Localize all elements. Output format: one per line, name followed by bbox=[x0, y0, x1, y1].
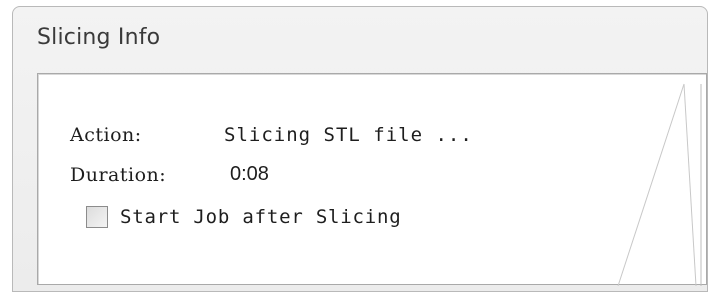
action-label: Action: bbox=[70, 124, 142, 146]
start-job-checkbox[interactable] bbox=[86, 206, 108, 228]
slicing-info-panel: Slicing Info Action: Slicing STL file ..… bbox=[12, 6, 708, 292]
panel-title: Slicing Info bbox=[37, 25, 161, 50]
scrollbar-artifact bbox=[617, 83, 702, 286]
duration-value: 0:08 bbox=[230, 163, 269, 185]
start-job-checkbox-label[interactable]: Start Job after Slicing bbox=[120, 206, 402, 228]
content-frame: Action: Slicing STL file ... Duration: 0… bbox=[37, 73, 707, 286]
screen: Slicing Info Action: Slicing STL file ..… bbox=[0, 0, 708, 292]
duration-label: Duration: bbox=[70, 164, 167, 186]
action-value: Slicing STL file ... bbox=[224, 124, 473, 146]
